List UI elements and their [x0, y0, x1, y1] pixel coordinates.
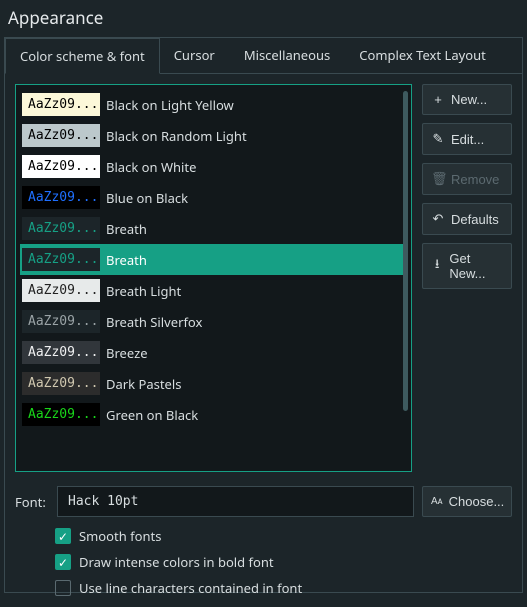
scheme-swatch: AaZz09...	[22, 310, 100, 333]
checkbox-label: Smooth fonts	[79, 527, 161, 545]
scheme-name: Dark Pastels	[106, 375, 181, 393]
scheme-item[interactable]: AaZz09... Black on Random Light	[20, 120, 407, 151]
scheme-name: Breath	[106, 251, 147, 269]
scheme-item[interactable]: AaZz09... Green on Black	[20, 399, 407, 430]
scheme-name: Breath	[106, 220, 147, 238]
tab-bar: Color scheme & fontCursorMiscellaneousCo…	[5, 38, 522, 74]
checkbox-row[interactable]: ✓ Smooth fonts	[55, 527, 512, 545]
scheme-swatch: AaZz09...	[22, 341, 100, 364]
font-input[interactable]	[57, 486, 414, 517]
font-options: ✓ Smooth fonts ✓ Draw intense colors in bol…	[15, 527, 512, 597]
tab-color-scheme-font[interactable]: Color scheme & font	[5, 38, 160, 74]
scheme-name: Black on White	[106, 158, 196, 176]
remove-button: 🗑 Remove	[422, 163, 512, 195]
edit-label: Edit...	[451, 132, 484, 147]
scheme-swatch: AaZz09...	[22, 248, 100, 271]
scheme-swatch: AaZz09...	[22, 155, 100, 178]
font-label: Font:	[15, 493, 49, 511]
tab-cursor[interactable]: Cursor	[160, 38, 230, 73]
scheme-item[interactable]: AaZz09... Breath	[20, 244, 407, 275]
scheme-item[interactable]: AaZz09... Breath Silverfox	[20, 306, 407, 337]
scheme-swatch: AaZz09...	[22, 279, 100, 302]
scheme-swatch: AaZz09...	[22, 403, 100, 426]
new-label: New...	[451, 92, 487, 107]
scheme-name: Breeze	[106, 344, 148, 362]
tab-miscellaneous[interactable]: Miscellaneous	[230, 38, 345, 73]
scheme-actions: + New... ✎ Edit... 🗑 Remove ↶ Defaults ⭳	[422, 84, 512, 472]
download-icon: ⭳	[431, 255, 443, 277]
scheme-name: Black on Light Yellow	[106, 96, 234, 114]
appearance-panel: Color scheme & fontCursorMiscellaneousCo…	[4, 37, 523, 593]
checkbox[interactable]	[55, 580, 71, 596]
scheme-name: Breath Silverfox	[106, 313, 202, 331]
trash-icon: 🗑	[431, 171, 445, 187]
scheme-name: Black on Random Light	[106, 127, 247, 145]
scheme-swatch: AaZz09...	[22, 124, 100, 147]
scheme-swatch: AaZz09...	[22, 186, 100, 209]
choose-font-button[interactable]: Aᴀ Choose...	[422, 486, 512, 517]
scheme-swatch: AaZz09...	[22, 372, 100, 395]
plus-icon: +	[431, 92, 445, 107]
scheme-item[interactable]: AaZz09... Dark Pastels	[20, 368, 407, 399]
checkbox-label: Use line characters contained in font	[79, 579, 302, 597]
defaults-label: Defaults	[451, 212, 499, 227]
scheme-item[interactable]: AaZz09... Breath	[20, 213, 407, 244]
remove-label: Remove	[451, 172, 499, 187]
scheme-item[interactable]: AaZz09... Black on White	[20, 151, 407, 182]
tab-color-scheme: AaZz09... Black on Light Yellow AaZz09... B…	[5, 74, 522, 607]
pencil-icon: ✎	[431, 131, 445, 147]
tab-complex-text-layout[interactable]: Complex Text Layout	[345, 38, 501, 73]
scheme-item[interactable]: AaZz09... Breath Light	[20, 275, 407, 306]
scheme-swatch: AaZz09...	[22, 93, 100, 116]
scheme-item[interactable]: AaZz09... Breeze	[20, 337, 407, 368]
defaults-button[interactable]: ↶ Defaults	[422, 203, 512, 235]
page-title: Appearance	[0, 0, 527, 37]
font-icon: Aᴀ	[431, 496, 443, 507]
get-new-button[interactable]: ⭳ Get New...	[422, 243, 512, 289]
scheme-swatch: AaZz09...	[22, 217, 100, 240]
scheme-name: Green on Black	[106, 406, 198, 424]
color-scheme-list[interactable]: AaZz09... Black on Light Yellow AaZz09... B…	[15, 84, 412, 472]
new-button[interactable]: + New...	[422, 84, 512, 115]
scheme-name: Blue on Black	[106, 189, 188, 207]
checkbox[interactable]: ✓	[55, 554, 71, 570]
checkbox[interactable]: ✓	[55, 528, 71, 544]
getnew-label: Get New...	[449, 251, 503, 281]
scheme-item[interactable]: AaZz09... Blue on Black	[20, 182, 407, 213]
checkbox-row[interactable]: Use line characters contained in font	[55, 579, 512, 597]
undo-icon: ↶	[431, 211, 445, 227]
scrollbar-thumb[interactable]	[403, 91, 408, 411]
checkbox-label: Draw intense colors in bold font	[79, 553, 274, 571]
scheme-name: Breath Light	[106, 282, 181, 300]
checkbox-row[interactable]: ✓ Draw intense colors in bold font	[55, 553, 512, 571]
choose-label: Choose...	[449, 494, 505, 509]
scheme-item[interactable]: AaZz09... Black on Light Yellow	[20, 89, 407, 120]
edit-button[interactable]: ✎ Edit...	[422, 123, 512, 155]
